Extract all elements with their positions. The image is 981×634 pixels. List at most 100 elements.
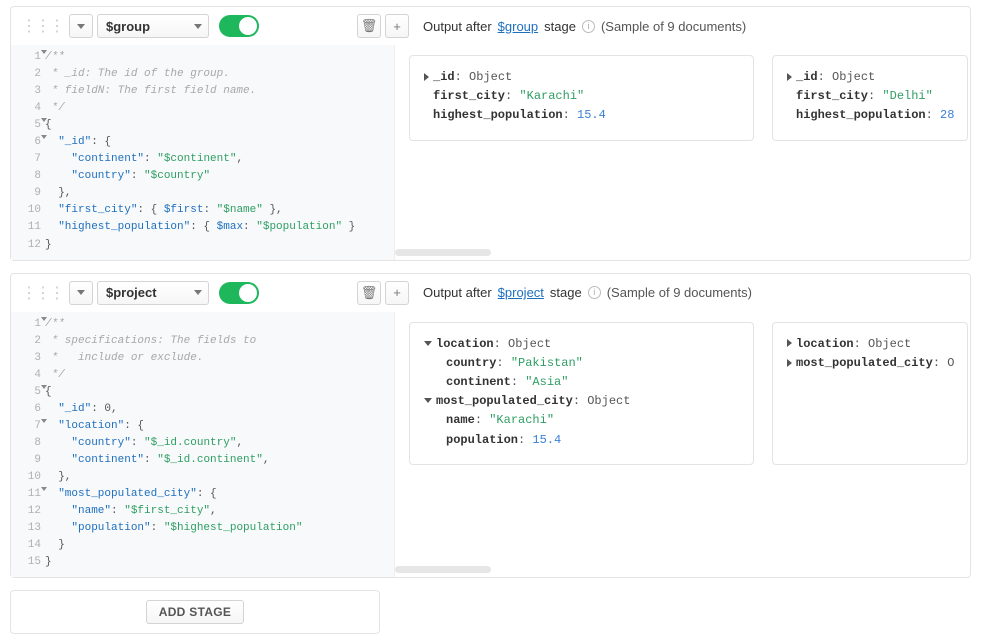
output-stage-link[interactable]: $group [498,19,538,34]
doc-field-type: Object [832,70,875,84]
caret-right-icon[interactable] [787,73,792,81]
gutter-line-number: 3 [11,83,45,100]
doc-field-value: "Pakistan" [511,356,583,370]
code-content: } [45,554,52,571]
trash-icon: 🗑 [361,18,378,34]
add-stage-button[interactable]: ADD STAGE [146,600,244,624]
code-content: */ [45,100,65,117]
fold-icon[interactable] [41,50,47,54]
gutter-line-number: 1 [11,316,45,333]
code-content: } [45,537,65,554]
code-content: "_id": { [45,134,111,151]
code-content: * include or exclude. [45,350,203,367]
code-content: * specifications: The fields to [45,333,256,350]
fold-icon[interactable] [41,135,47,139]
doc-field-line: name: "Karachi" [424,411,739,430]
code-line: 7 "continent": "$continent", [11,151,394,168]
gutter-line-number: 10 [11,202,45,219]
output-label-prefix: Output after [423,285,492,300]
stage-operator-select[interactable]: $project [97,281,209,305]
add-stage-after-button[interactable]: + [385,14,409,38]
doc-field-line: highest_population: 15.4 [424,106,739,125]
code-line: 12} [11,237,394,254]
stage-operator-select[interactable]: $group [97,14,209,38]
gutter-line-number: 6 [11,134,45,151]
output-label-suffix: stage [544,19,576,34]
code-line: 8 "country": "$country" [11,168,394,185]
stage-body: 1/**2 * specifications: The fields to3 *… [11,312,970,578]
code-line: 1/** [11,49,394,66]
stage-output-pane: _id: Objectfirst_city: "Karachi"highest_… [395,45,970,260]
info-icon[interactable]: i [588,286,601,299]
code-line: 7 "location": { [11,418,394,435]
chevron-down-icon [77,290,85,295]
code-content: /** [45,49,65,66]
info-icon[interactable]: i [582,20,595,33]
doc-field-line: _id: Object [424,68,739,87]
fold-icon[interactable] [41,419,47,423]
doc-field-name: country [446,356,496,370]
add-stage-after-button[interactable]: + [385,281,409,305]
delete-stage-button[interactable]: 🗑 [357,14,381,38]
caret-right-icon[interactable] [787,339,792,347]
gutter-line-number: 6 [11,401,45,418]
drag-handle-icon[interactable]: ⋮⋮⋮ [19,283,65,303]
stage-output-pane: location: Objectcountry: "Pakistan"conti… [395,312,970,578]
doc-field-value: "Delhi" [882,89,932,103]
doc-field-type: Object [868,337,911,351]
doc-field-line: _id: Object [787,68,953,87]
code-content: }, [45,185,71,202]
delete-stage-button[interactable]: 🗑 [357,281,381,305]
code-content: */ [45,367,65,384]
gutter-line-number: 2 [11,333,45,350]
fold-icon[interactable] [41,118,47,122]
code-content: * _id: The id of the group. [45,66,230,83]
doc-field-name: first_city [433,89,505,103]
doc-field-type: Object [587,394,630,408]
doc-field-line: most_populated_city: Object [424,392,739,411]
code-content: "highest_population": { $max: "$populati… [45,219,355,236]
stage-header: ⋮⋮⋮$project🗑+Output after $project stage… [11,274,970,312]
stage-enabled-toggle[interactable] [219,282,259,304]
doc-field-name: first_city [796,89,868,103]
fold-icon[interactable] [41,487,47,491]
output-sample-count: (Sample of 9 documents) [607,285,752,300]
code-line: 9 }, [11,185,394,202]
stage-menu-button[interactable] [69,281,93,305]
stage-header: ⋮⋮⋮$group🗑+Output after $group stagei(Sa… [11,7,970,45]
doc-field-name: highest_population [433,108,563,122]
drag-handle-icon[interactable]: ⋮⋮⋮ [19,16,65,36]
code-line: 11 "most_populated_city": { [11,486,394,503]
stage-code-editor[interactable]: 1/**2 * _id: The id of the group.3 * fie… [11,45,395,260]
code-content: * fieldN: The first field name. [45,83,256,100]
output-document-card[interactable]: _id: Objectfirst_city: "Karachi"highest_… [409,55,754,141]
output-document-card[interactable]: location: Objectmost_populated_city: O [772,322,968,465]
gutter-line-number: 13 [11,520,45,537]
fold-icon[interactable] [41,385,47,389]
horizontal-scrollbar[interactable] [395,249,491,256]
caret-down-icon[interactable] [424,341,432,346]
fold-icon[interactable] [41,317,47,321]
caret-down-icon[interactable] [424,398,432,403]
code-content: "continent": "$continent", [45,151,243,168]
output-document-card[interactable]: _id: Objectfirst_city: "Delhi"highest_po… [772,55,968,141]
gutter-line-number: 8 [11,168,45,185]
doc-field-name: name [446,413,475,427]
stage-menu-button[interactable] [69,14,93,38]
output-document-card[interactable]: location: Objectcountry: "Pakistan"conti… [409,322,754,465]
stage-code-editor[interactable]: 1/**2 * specifications: The fields to3 *… [11,312,395,578]
horizontal-scrollbar[interactable] [395,566,491,573]
pipeline-stage: ⋮⋮⋮$group🗑+Output after $group stagei(Sa… [10,6,971,261]
code-line: 4 */ [11,100,394,117]
code-content: "location": { [45,418,144,435]
stage-enabled-toggle[interactable] [219,15,259,37]
code-line: 2 * _id: The id of the group. [11,66,394,83]
code-content: } [45,237,52,254]
caret-right-icon[interactable] [424,73,429,81]
output-stage-link[interactable]: $project [498,285,544,300]
code-line: 9 "continent": "$_id.continent", [11,452,394,469]
doc-field-name: most_populated_city [436,394,573,408]
gutter-line-number: 9 [11,452,45,469]
gutter-line-number: 5 [11,117,45,134]
caret-right-icon[interactable] [787,359,792,367]
